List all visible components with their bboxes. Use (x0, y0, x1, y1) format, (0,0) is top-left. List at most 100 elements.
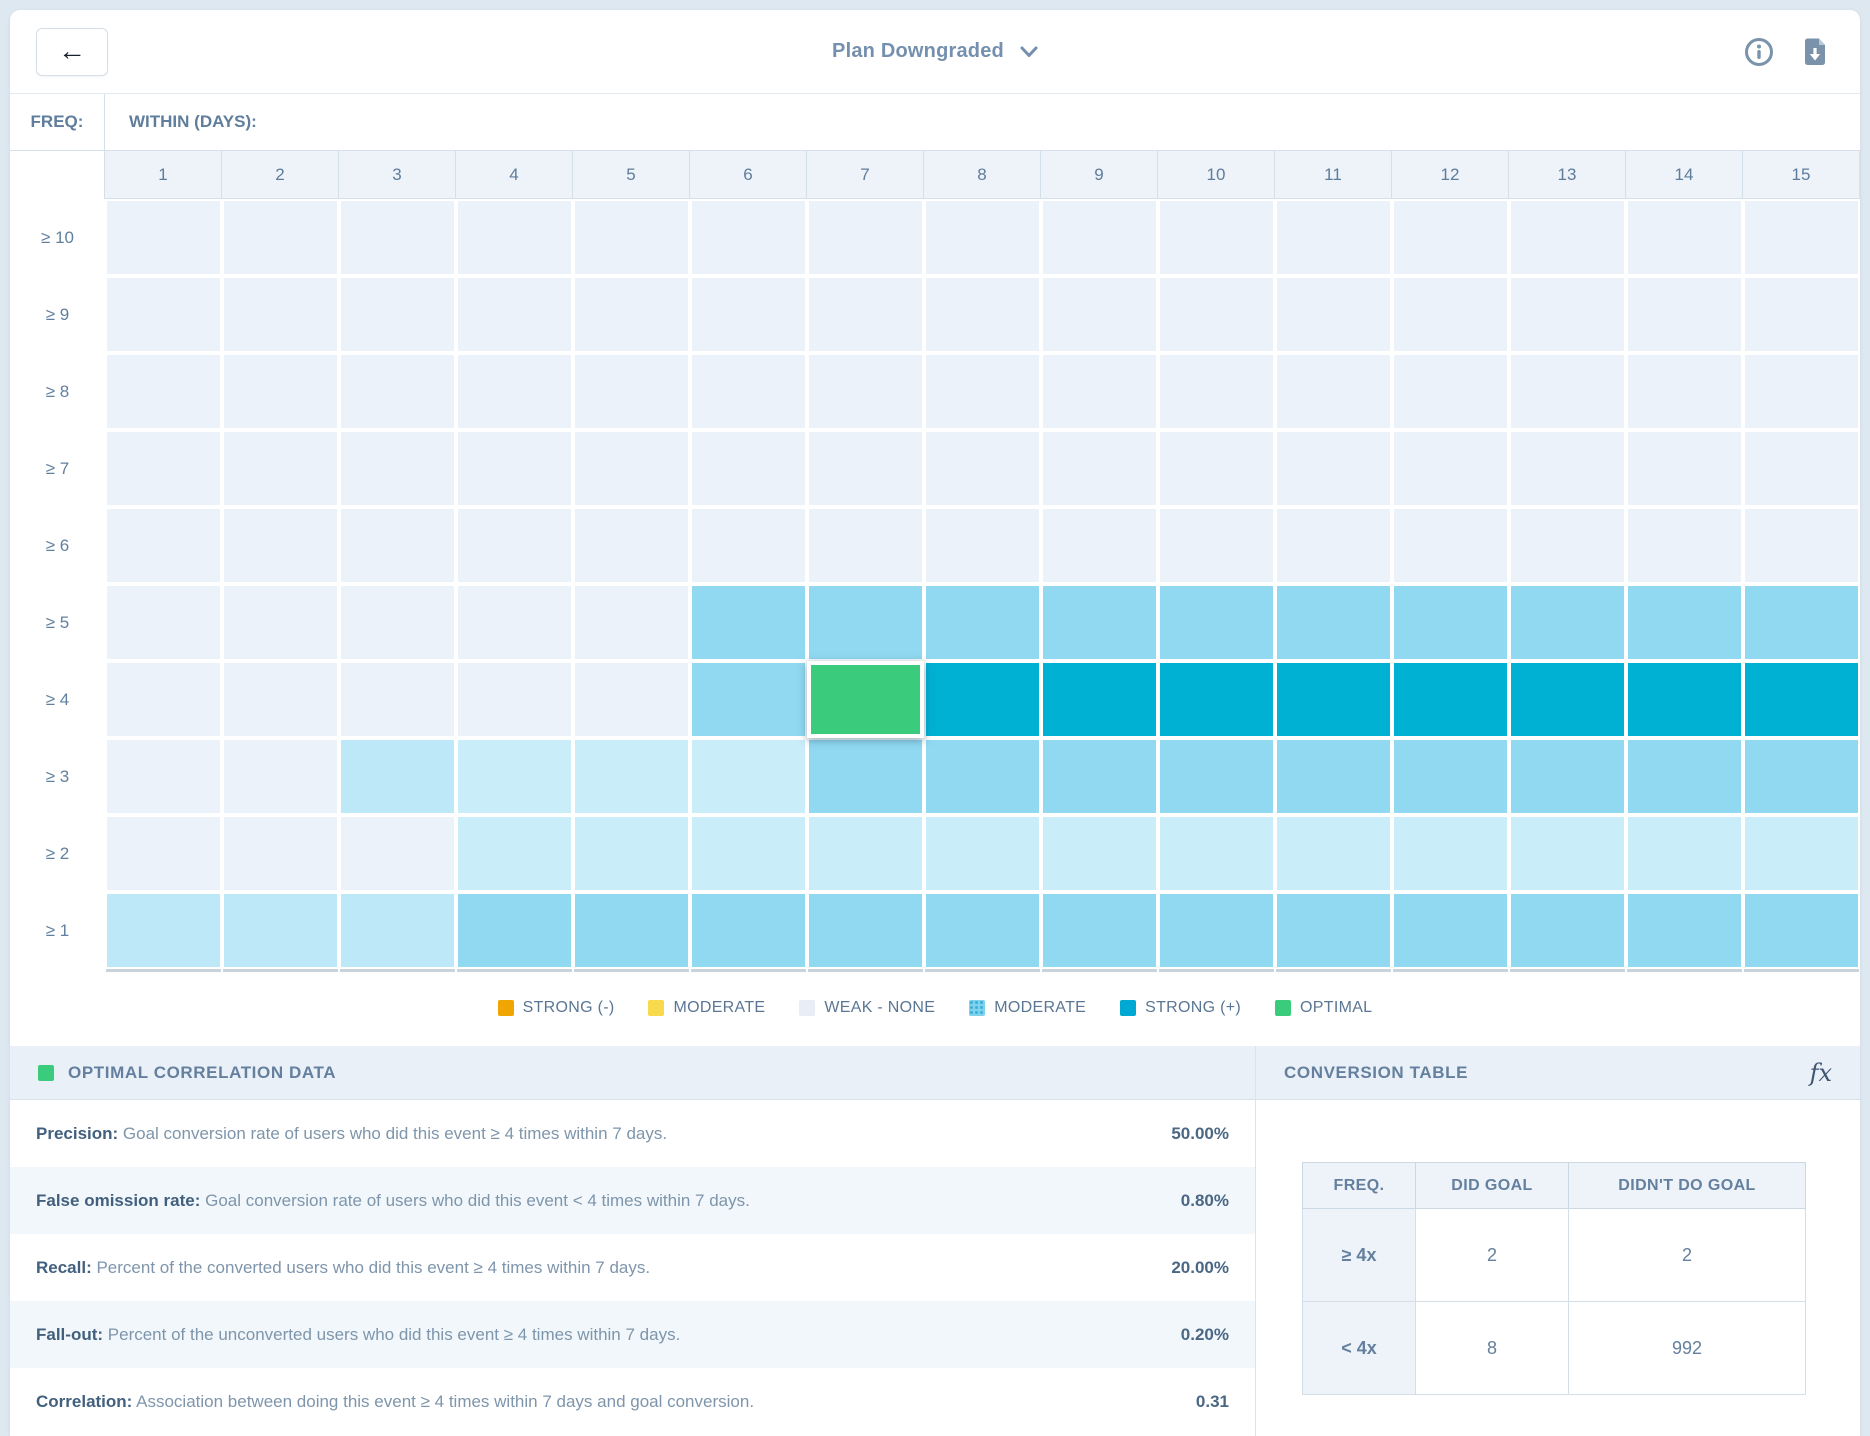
heatmap-cell[interactable] (1275, 507, 1392, 584)
heatmap-cell[interactable] (1509, 353, 1626, 430)
heatmap-cell[interactable] (339, 276, 456, 353)
heatmap-cell[interactable] (1509, 815, 1626, 892)
heatmap-cell[interactable] (1626, 353, 1743, 430)
heatmap-cell[interactable] (1509, 276, 1626, 353)
heatmap-cell[interactable] (1743, 661, 1860, 738)
heatmap-cell[interactable] (1275, 584, 1392, 661)
heatmap-cell[interactable] (222, 892, 339, 969)
heatmap-cell[interactable] (1158, 353, 1275, 430)
heatmap-cell[interactable] (1509, 584, 1626, 661)
page-title[interactable]: Plan Downgraded (832, 40, 1004, 63)
heatmap-cell[interactable] (690, 353, 807, 430)
heatmap-cell[interactable] (1392, 507, 1509, 584)
heatmap-cell[interactable] (1041, 353, 1158, 430)
heatmap-cell[interactable] (1392, 892, 1509, 969)
heatmap-cell[interactable] (1041, 276, 1158, 353)
heatmap-cell[interactable] (1158, 661, 1275, 738)
heatmap-cell[interactable] (1041, 738, 1158, 815)
heatmap-cell[interactable] (690, 507, 807, 584)
heatmap-cell[interactable] (924, 661, 1041, 738)
heatmap-cell[interactable] (105, 430, 222, 507)
heatmap-cell[interactable] (1743, 276, 1860, 353)
heatmap-cell[interactable] (456, 815, 573, 892)
heatmap-cell[interactable] (690, 199, 807, 276)
heatmap-cell[interactable] (1626, 276, 1743, 353)
heatmap-cell[interactable] (1626, 892, 1743, 969)
heatmap-cell[interactable] (222, 738, 339, 815)
heatmap-cell[interactable] (690, 661, 807, 738)
heatmap-cell[interactable] (1041, 199, 1158, 276)
heatmap-cell[interactable] (924, 815, 1041, 892)
heatmap-cell[interactable] (1392, 661, 1509, 738)
heatmap-cell[interactable] (222, 199, 339, 276)
heatmap-cell[interactable] (1158, 199, 1275, 276)
heatmap-cell[interactable] (456, 738, 573, 815)
heatmap-cell[interactable] (1158, 430, 1275, 507)
formula-fx-icon[interactable]: fx (1810, 1059, 1832, 1087)
heatmap-cell[interactable] (1743, 815, 1860, 892)
heatmap-cell[interactable] (1275, 430, 1392, 507)
heatmap-cell[interactable] (339, 892, 456, 969)
heatmap-cell[interactable] (924, 276, 1041, 353)
heatmap-cell[interactable] (1275, 276, 1392, 353)
heatmap-cell[interactable] (456, 353, 573, 430)
heatmap-cell[interactable] (1041, 892, 1158, 969)
heatmap-cell[interactable] (1392, 738, 1509, 815)
heatmap-cell[interactable] (105, 661, 222, 738)
heatmap-cell[interactable] (807, 815, 924, 892)
heatmap-cell[interactable] (573, 276, 690, 353)
heatmap-cell[interactable] (1509, 738, 1626, 815)
heatmap-cell[interactable] (573, 353, 690, 430)
heatmap-cell[interactable] (807, 430, 924, 507)
heatmap-cell[interactable] (1626, 661, 1743, 738)
heatmap-cell[interactable] (924, 353, 1041, 430)
heatmap-cell[interactable] (1743, 430, 1860, 507)
heatmap-cell[interactable] (456, 892, 573, 969)
heatmap-cell-optimal[interactable] (807, 661, 924, 738)
heatmap-cell[interactable] (1626, 507, 1743, 584)
heatmap-cell[interactable] (1626, 584, 1743, 661)
heatmap-cell[interactable] (1743, 738, 1860, 815)
heatmap-cell[interactable] (222, 815, 339, 892)
heatmap-cell[interactable] (456, 507, 573, 584)
heatmap-cell[interactable] (573, 430, 690, 507)
heatmap-cell[interactable] (924, 430, 1041, 507)
heatmap-cell[interactable] (339, 584, 456, 661)
heatmap-cell[interactable] (105, 584, 222, 661)
heatmap-cell[interactable] (924, 507, 1041, 584)
heatmap-cell[interactable] (1743, 892, 1860, 969)
heatmap-cell[interactable] (1743, 507, 1860, 584)
heatmap-cell[interactable] (1509, 507, 1626, 584)
heatmap-cell[interactable] (1392, 199, 1509, 276)
heatmap-cell[interactable] (1041, 584, 1158, 661)
heatmap-cell[interactable] (690, 276, 807, 353)
heatmap-cell[interactable] (1626, 815, 1743, 892)
heatmap-cell[interactable] (807, 276, 924, 353)
heatmap-cell[interactable] (924, 738, 1041, 815)
heatmap-cell[interactable] (807, 584, 924, 661)
heatmap-cell[interactable] (105, 199, 222, 276)
heatmap-cell[interactable] (573, 892, 690, 969)
heatmap-cell[interactable] (1158, 892, 1275, 969)
heatmap-cell[interactable] (1626, 430, 1743, 507)
heatmap-cell[interactable] (573, 738, 690, 815)
heatmap-cell[interactable] (222, 353, 339, 430)
heatmap-cell[interactable] (1158, 276, 1275, 353)
heatmap-cell[interactable] (1509, 892, 1626, 969)
heatmap-cell[interactable] (807, 738, 924, 815)
heatmap-cell[interactable] (105, 815, 222, 892)
heatmap-cell[interactable] (807, 199, 924, 276)
heatmap-cell[interactable] (1275, 738, 1392, 815)
heatmap-cell[interactable] (924, 584, 1041, 661)
heatmap-cell[interactable] (1275, 815, 1392, 892)
heatmap-cell[interactable] (1275, 661, 1392, 738)
heatmap-cell[interactable] (690, 892, 807, 969)
heatmap-cell[interactable] (339, 661, 456, 738)
heatmap-cell[interactable] (105, 892, 222, 969)
heatmap-cell[interactable] (1158, 584, 1275, 661)
chevron-down-icon[interactable] (1020, 46, 1038, 58)
heatmap-cell[interactable] (1041, 661, 1158, 738)
heatmap-cell[interactable] (1041, 815, 1158, 892)
heatmap-cell[interactable] (456, 430, 573, 507)
heatmap-cell[interactable] (1158, 507, 1275, 584)
